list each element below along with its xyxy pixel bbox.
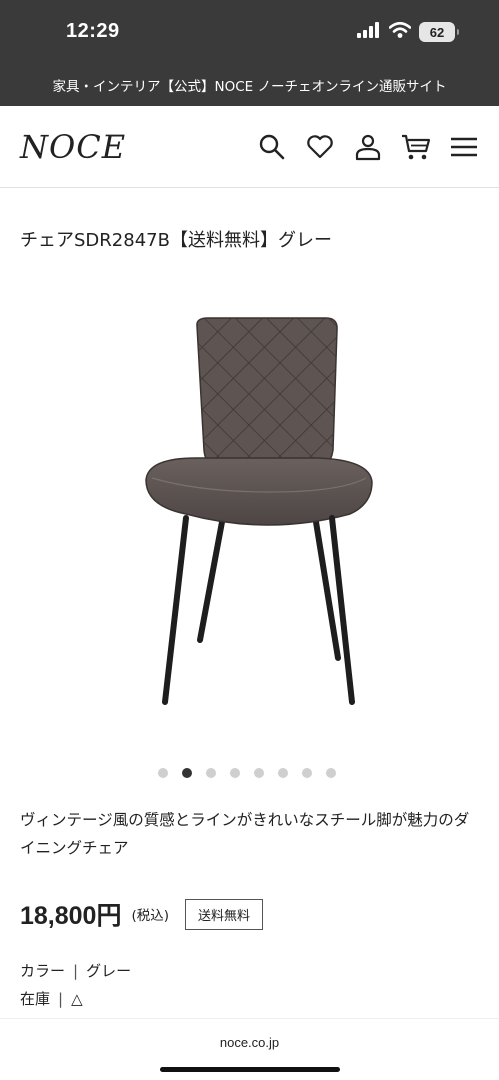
product-image-gallery[interactable] [0, 300, 499, 730]
cart-icon[interactable] [399, 130, 433, 164]
user-icon[interactable] [351, 130, 385, 164]
product-title: チェアSDR2847B【送料無料】グレー [20, 230, 332, 251]
product-image-chair [145, 317, 373, 705]
status-indicators: 62 [357, 21, 459, 42]
carousel-dot[interactable] [278, 768, 288, 778]
site-logo[interactable]: NOCE [20, 128, 126, 166]
browser-url-bar[interactable]: noce.co.jp [0, 1018, 499, 1080]
tax-note: (税込) [131, 908, 170, 924]
carousel-dot[interactable] [230, 768, 240, 778]
spec-separator: | [73, 962, 79, 980]
menu-icon[interactable] [447, 130, 481, 164]
spec-stock-value: △ [71, 990, 83, 1008]
spec-color: カラー | グレー [20, 960, 131, 981]
status-bar: 12:29 62 [0, 0, 499, 68]
battery-icon: 62 [419, 22, 459, 42]
carousel-dot[interactable] [302, 768, 312, 778]
heart-icon[interactable] [303, 130, 337, 164]
carousel-dot[interactable] [182, 768, 192, 778]
spec-separator: | [58, 990, 64, 1008]
status-time: 12:29 [66, 20, 120, 42]
search-icon[interactable] [255, 130, 289, 164]
wifi-icon [388, 21, 412, 42]
header-icons [255, 130, 481, 164]
site-header: NOCE [0, 106, 499, 188]
spec-color-label: カラー [20, 962, 66, 980]
url-text[interactable]: noce.co.jp [0, 1035, 499, 1050]
product-price: 18,800円 [20, 902, 122, 930]
spec-stock: 在庫 | △ [20, 988, 83, 1009]
site-banner: 家具・インテリア【公式】NOCE ノーチェオンライン通販サイト [0, 68, 499, 106]
carousel-dots [158, 768, 336, 778]
price-row: 18,800円 (税込) 送料無料 [20, 896, 264, 932]
spec-color-value: グレー [86, 962, 132, 980]
free-shipping-badge: 送料無料 [185, 898, 264, 930]
signal-icon [357, 22, 381, 42]
carousel-dot[interactable] [326, 768, 336, 778]
carousel-dot[interactable] [254, 768, 264, 778]
product-description: ヴィンテージ風の質感とラインがきれいなスチール脚が魅力のダイニングチェア [20, 811, 470, 857]
carousel-dot[interactable] [206, 768, 216, 778]
carousel-dot[interactable] [158, 768, 168, 778]
home-indicator[interactable] [160, 1067, 340, 1072]
spec-stock-label: 在庫 [20, 990, 51, 1008]
